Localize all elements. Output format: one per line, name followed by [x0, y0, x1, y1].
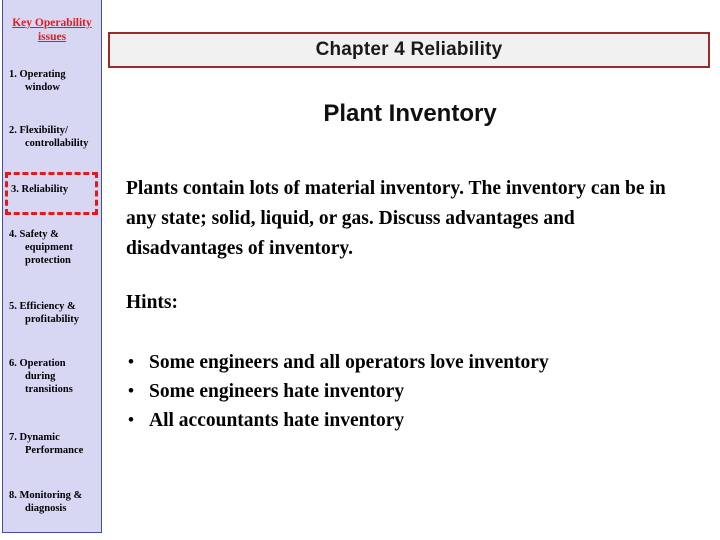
sidebar-item-efficiency-profitability[interactable]: 5. Efficiency & profitability	[9, 300, 97, 326]
sidebar-item-label-line2: diagnosis	[25, 503, 67, 514]
list-item: • Some engineers hate inventory	[126, 377, 688, 406]
slide-heading: Plant Inventory	[323, 100, 497, 127]
sidebar-item-number: 1.	[9, 69, 17, 80]
sidebar-navigation: Key Operability issues 1. Operating wind…	[2, 0, 102, 533]
sidebar-item-number: 2.	[9, 125, 17, 136]
list-item: • All accountants hate inventory	[126, 406, 688, 435]
sidebar-item-flexibility-controllability[interactable]: 2. Flexibility/ controllability	[9, 124, 97, 150]
sidebar-item-label-line2: Performance	[25, 445, 84, 456]
list-item-label: Some engineers and all operators love in…	[149, 352, 549, 373]
sidebar-item-label-line2: controllability	[25, 138, 89, 149]
bullet-icon: •	[128, 352, 134, 371]
sidebar-title: Key Operability issues	[12, 17, 92, 43]
sidebar-item-number: 5.	[9, 301, 17, 312]
sidebar-item-label: Operation	[19, 358, 66, 369]
list-item: • Some engineers and all operators love …	[126, 348, 688, 377]
sidebar-item-label: Flexibility/	[19, 125, 68, 136]
sidebar-item-label: Operating	[19, 69, 66, 80]
sidebar-item-label: Reliability	[21, 184, 69, 195]
sidebar-item-safety-equipment-protection[interactable]: 4. Safety & equipment protection	[9, 228, 97, 267]
sidebar-item-label: Dynamic	[19, 432, 60, 443]
sidebar-item-number: 3.	[11, 184, 19, 195]
hints-bullet-list: • Some engineers and all operators love …	[126, 348, 688, 435]
sidebar-item-label-line2: equipment	[25, 242, 73, 253]
list-item-label: All accountants hate inventory	[149, 410, 405, 431]
sidebar-item-reliability[interactable]: 3. Reliability	[11, 183, 95, 196]
chapter-title: Chapter 4 Reliability	[315, 39, 503, 60]
sidebar-item-number: 4.	[9, 229, 17, 240]
chapter-header-bar: Chapter 4 Reliability	[108, 32, 710, 68]
bullet-icon: •	[128, 410, 134, 429]
sidebar-item-operating-window[interactable]: 1. Operating window	[9, 68, 97, 94]
sidebar-item-label: Monitoring &	[19, 490, 83, 501]
body-paragraph: Plants contain lots of material inventor…	[126, 178, 666, 259]
hints-label: Hints:	[126, 292, 179, 313]
sidebar-item-label-line2: window	[25, 82, 61, 93]
sidebar-item-label-line2: profitability	[25, 314, 80, 325]
sidebar-item-label-line3: protection	[25, 255, 71, 266]
sidebar-item-label-line3: transitions	[25, 384, 73, 395]
sidebar-item-number: 8.	[9, 490, 17, 501]
sidebar-item-number: 7.	[9, 432, 17, 443]
sidebar-item-dynamic-performance[interactable]: 7. Dynamic Performance	[9, 431, 97, 457]
bullet-icon: •	[128, 381, 134, 400]
list-item-label: Some engineers hate inventory	[149, 381, 405, 402]
sidebar-item-number: 6.	[9, 358, 17, 369]
sidebar-item-operation-during-transitions[interactable]: 6. Operation during transitions	[9, 357, 97, 396]
sidebar-item-label-line2: during	[25, 371, 56, 382]
sidebar-item-label: Safety &	[19, 229, 59, 240]
sidebar-item-monitoring-diagnosis[interactable]: 8. Monitoring & diagnosis	[9, 489, 97, 515]
sidebar-item-label: Efficiency &	[19, 301, 76, 312]
